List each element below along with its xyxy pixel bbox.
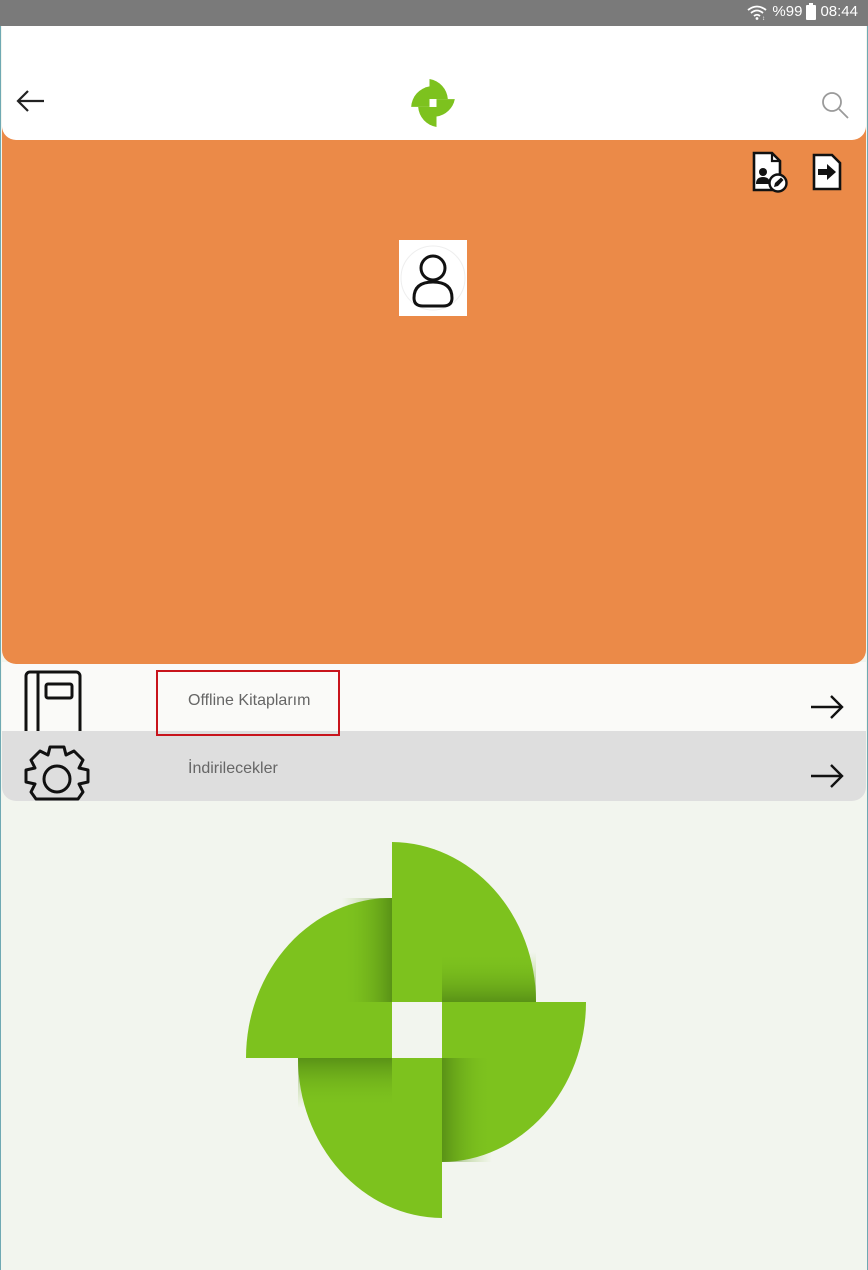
status-indicators: ↕ %99 08:44 xyxy=(746,3,858,20)
status-bar: ↕ %99 08:44 xyxy=(0,0,868,26)
back-arrow-icon[interactable] xyxy=(14,86,50,116)
menu-item-offline-books[interactable]: Offline Kitaplarım xyxy=(2,662,866,734)
svg-text:↕: ↕ xyxy=(762,16,765,20)
avatar-icon xyxy=(400,245,466,311)
gear-icon xyxy=(24,745,90,801)
battery-icon xyxy=(806,3,817,20)
battery-percent: %99 xyxy=(772,3,803,20)
app-logo-icon xyxy=(411,79,455,127)
avatar xyxy=(399,240,467,316)
search-icon[interactable] xyxy=(818,88,852,122)
logout-icon[interactable] xyxy=(810,152,844,192)
arrow-right-icon[interactable] xyxy=(808,761,846,791)
app-logo-large-icon xyxy=(246,842,586,1218)
menu-item-downloads[interactable]: İndirilecekler xyxy=(2,731,866,801)
edit-profile-icon[interactable] xyxy=(750,150,790,194)
menu-item-label: İndirilecekler xyxy=(188,760,278,777)
wifi-icon: ↕ xyxy=(747,5,767,20)
menu-item-label: Offline Kitaplarım xyxy=(188,692,311,709)
arrow-right-icon[interactable] xyxy=(808,692,846,722)
clock: 08:44 xyxy=(820,3,858,20)
profile-panel xyxy=(2,126,866,664)
notebook-icon xyxy=(24,670,82,734)
